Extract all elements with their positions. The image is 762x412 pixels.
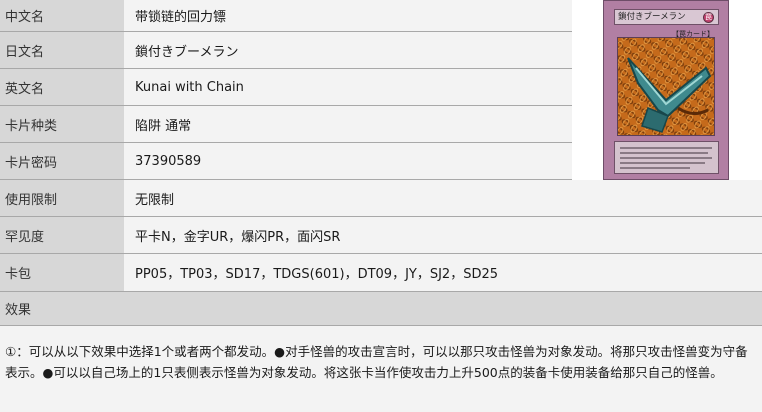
row-card-packs: 卡包 PP05，TP03，SD17，TDGS(601)，DT09，JY，SJ2，… (0, 254, 762, 292)
card-name-bar: 鎖付きブーメラン 罠 (614, 9, 719, 25)
row-value: 陷阱 通常 (124, 106, 572, 142)
card-name: 鎖付きブーメラン (618, 12, 686, 22)
row-card-password: 卡片密码 37390589 (0, 143, 572, 180)
row-usage-limit: 使用限制 无限制 (0, 180, 762, 217)
row-japanese-name: 日文名 鎖付きブーメラン (0, 32, 572, 69)
row-label: 日文名 (0, 32, 124, 68)
row-chinese-name: 中文名 带锁链的回力镖 (0, 0, 572, 32)
row-card-type: 卡片种类 陷阱 通常 (0, 106, 572, 143)
effect-header: 效果 (0, 292, 762, 326)
row-label: 使用限制 (0, 180, 124, 216)
row-value: Kunai with Chain (124, 69, 572, 105)
row-value: 平卡N，金字UR，爆闪PR，面闪SR (124, 217, 762, 253)
card-info-page: 中文名 带锁链的回力镖 日文名 鎖付きブーメラン 英文名 Kunai with … (0, 0, 762, 412)
row-label: 卡片密码 (0, 143, 124, 179)
card-artwork (618, 38, 714, 135)
chained-boomerang-icon (617, 37, 715, 136)
row-value: PP05，TP03，SD17，TDGS(601)，DT09，JY，SJ2，SD2… (124, 254, 762, 291)
row-rarity: 罕见度 平卡N，金字UR，爆闪PR，面闪SR (0, 217, 762, 254)
row-value: 无限制 (124, 180, 762, 216)
row-label: 罕见度 (0, 217, 124, 253)
card-text-box (614, 141, 719, 174)
effect-text: ①：可以从以下效果中选择1个或者两个都发动。●对手怪兽的攻击宣言时，可以以那只攻… (0, 326, 762, 412)
row-label: 英文名 (0, 69, 124, 105)
row-value: 鎖付きブーメラン (124, 32, 572, 68)
row-value: 37390589 (124, 143, 572, 179)
row-english-name: 英文名 Kunai with Chain (0, 69, 572, 106)
row-value: 带锁链的回力镖 (124, 0, 572, 31)
trap-attribute-icon: 罠 (703, 12, 714, 23)
row-label: 卡片种类 (0, 106, 124, 142)
row-label: 卡包 (0, 254, 124, 291)
row-label: 中文名 (0, 0, 124, 31)
card-image: 鎖付きブーメラン 罠 【罠カード】 (603, 0, 729, 180)
